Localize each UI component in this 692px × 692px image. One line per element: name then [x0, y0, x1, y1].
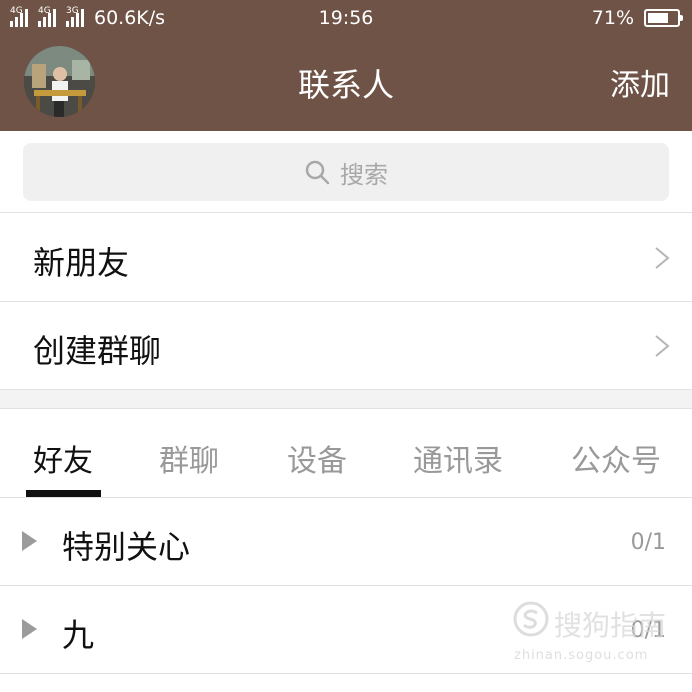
contact-tabs: 好友 群聊 设备 通讯录 公众号: [0, 410, 692, 498]
friend-group-name: 特别关心: [62, 528, 191, 566]
search-bar-container: 搜索: [0, 131, 692, 213]
battery-percent: 71%: [591, 7, 634, 29]
watermark-text: 搜狗指南: [554, 609, 667, 642]
friend-group-count: 0/1: [630, 530, 666, 555]
expand-triangle-icon: [22, 619, 37, 639]
add-button[interactable]: 添加: [610, 60, 670, 104]
status-bar: 4G 4G 3G 60.6K/s 19:56 71%: [0, 0, 692, 36]
friend-group-name: 九: [62, 616, 95, 654]
new-friends-row[interactable]: 新朋友: [0, 214, 692, 302]
search-input[interactable]: 搜索: [23, 143, 669, 201]
new-friends-label: 新朋友: [33, 244, 130, 282]
battery-fill: [648, 13, 668, 23]
tab-official-accounts[interactable]: 公众号: [571, 436, 661, 480]
chevron-right-icon: [655, 247, 670, 269]
watermark-url: zhinan.sogou.com: [514, 648, 649, 663]
status-time: 19:56: [318, 7, 374, 29]
chevron-right-icon: [655, 335, 670, 357]
app-header: 4G 4G 3G 60.6K/s 19:56 71% 联系人 添加: [0, 0, 692, 131]
sogou-logo-icon: [513, 601, 549, 637]
active-tab-indicator: [26, 490, 101, 497]
tab-devices[interactable]: 设备: [287, 436, 347, 480]
page-title: 联系人: [297, 66, 394, 104]
search-placeholder: 搜索: [340, 160, 388, 189]
tab-friends[interactable]: 好友: [33, 436, 93, 480]
battery-icon: [644, 9, 683, 27]
create-group-row[interactable]: 创建群聊: [0, 302, 692, 390]
create-group-label: 创建群聊: [33, 332, 162, 370]
section-divider: [0, 390, 692, 409]
expand-triangle-icon: [22, 531, 37, 551]
status-right: 71%: [591, 7, 683, 29]
tab-groups[interactable]: 群聊: [159, 436, 219, 480]
friend-group-row[interactable]: 特别关心 0/1: [0, 498, 692, 586]
search-icon: [305, 160, 330, 185]
tab-address-book[interactable]: 通讯录: [413, 436, 503, 480]
